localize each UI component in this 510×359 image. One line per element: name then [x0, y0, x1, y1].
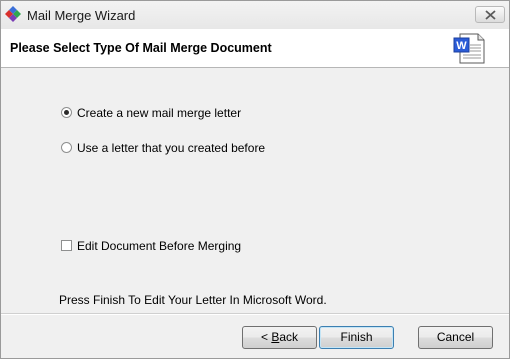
close-icon	[485, 10, 496, 20]
footer-divider-highlight	[1, 314, 509, 315]
finish-hint-text: Press Finish To Edit Your Letter In Micr…	[59, 293, 327, 307]
window-title: Mail Merge Wizard	[27, 8, 136, 23]
word-document-icon: W	[453, 33, 485, 64]
use-existing-letter-label[interactable]: Use a letter that you created before	[77, 141, 265, 155]
use-existing-letter-radio[interactable]	[61, 142, 72, 153]
title-bar[interactable]: Mail Merge Wizard	[1, 1, 509, 29]
finish-button[interactable]: Finish	[319, 326, 394, 349]
mail-merge-wizard-window: Mail Merge Wizard Please Select Type Of …	[0, 0, 510, 359]
back-button[interactable]: < Back	[242, 326, 317, 349]
svg-text:W: W	[456, 40, 467, 52]
cancel-button[interactable]: Cancel	[418, 326, 493, 349]
mail-merge-app-icon	[5, 6, 21, 22]
wizard-header: Please Select Type Of Mail Merge Documen…	[1, 29, 509, 68]
back-button-prefix: <	[260, 330, 272, 344]
close-button[interactable]	[475, 6, 505, 23]
page-title: Please Select Type Of Mail Merge Documen…	[10, 41, 272, 55]
create-new-letter-radio[interactable]	[61, 107, 72, 118]
edit-before-merging-checkbox[interactable]	[61, 240, 72, 251]
create-new-letter-label[interactable]: Create a new mail merge letter	[77, 106, 241, 120]
edit-before-merging-label[interactable]: Edit Document Before Merging	[77, 239, 241, 253]
back-button-suffix: ack	[279, 330, 299, 344]
